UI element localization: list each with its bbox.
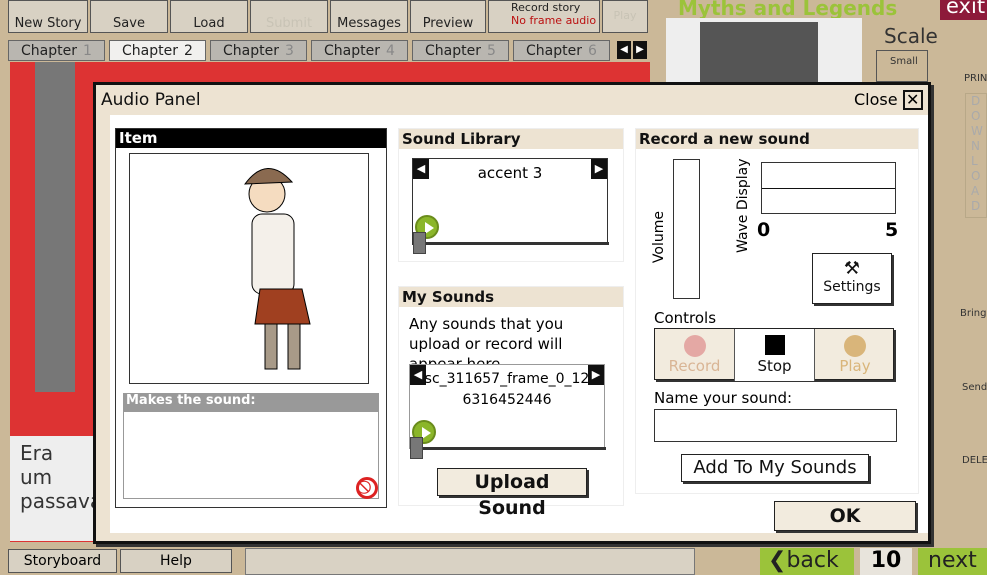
remove-sound-icon[interactable]: ⃠ bbox=[356, 477, 378, 499]
storyboard-button[interactable]: Storyboard bbox=[8, 549, 117, 573]
wave-axis-max: 5 bbox=[885, 219, 899, 241]
my-sounds-progress-track[interactable] bbox=[410, 447, 606, 450]
record-icon bbox=[684, 335, 706, 357]
sound-library-section: Sound Library ◀ ▶ accent 3 bbox=[398, 128, 624, 262]
tab-label: Chapter bbox=[21, 43, 77, 59]
controls-group: Record Stop Play bbox=[654, 328, 895, 381]
tab-label: Chapter bbox=[425, 43, 481, 59]
tab-number: 3 bbox=[284, 43, 294, 59]
tab-next-arrow[interactable]: ▶ bbox=[633, 41, 647, 59]
stop-icon bbox=[765, 335, 785, 355]
pillar bbox=[35, 62, 75, 392]
tab-number: 4 bbox=[385, 43, 395, 59]
library-sound-name: accent 3 bbox=[477, 164, 543, 182]
tab-chapter-2[interactable]: Chapter 2 bbox=[109, 40, 206, 61]
play-button[interactable]: Play bbox=[815, 329, 895, 381]
record-button[interactable]: Record bbox=[655, 329, 735, 381]
my-sounds-player: ◀ ▶ sc_311657_frame_0_12 6316452446 bbox=[409, 364, 606, 459]
tab-prev-arrow[interactable]: ◀ bbox=[617, 41, 631, 59]
tab-chapter-6[interactable]: Chapter 6 bbox=[513, 40, 610, 61]
stop-button[interactable]: Stop bbox=[735, 329, 815, 381]
sound-library-player: ◀ ▶ accent 3 bbox=[412, 158, 609, 254]
play-icon bbox=[844, 335, 866, 357]
logo: Myths and Legends bbox=[678, 0, 898, 20]
delete-button[interactable]: DELETE bbox=[962, 455, 987, 466]
my-sound-name: sc_311657_frame_0_12 6316452446 bbox=[424, 371, 590, 408]
wave-display bbox=[761, 162, 896, 214]
exit-button[interactable]: exit bbox=[940, 0, 987, 20]
makes-sound-label: Makes the sound: bbox=[123, 393, 379, 411]
tab-label: Chapter bbox=[324, 43, 380, 59]
tab-label: Chapter bbox=[526, 43, 582, 59]
add-to-my-sounds-button[interactable]: Add To My Sounds bbox=[681, 454, 869, 482]
my-sounds-progress-thumb[interactable] bbox=[410, 437, 423, 459]
name-sound-input[interactable] bbox=[654, 409, 897, 442]
tab-label: Chapter bbox=[223, 43, 279, 59]
record-section: Record a new sound Volume Wave Display 0… bbox=[635, 128, 919, 494]
record-header: Record a new sound bbox=[636, 129, 918, 149]
load-button[interactable]: Load bbox=[170, 0, 248, 33]
volume-meter bbox=[673, 159, 700, 299]
my-sounds-section: My Sounds Any sounds that you upload or … bbox=[398, 286, 624, 519]
makes-sound-field[interactable] bbox=[123, 411, 379, 499]
help-button[interactable]: Help bbox=[120, 549, 232, 573]
settings-button[interactable]: ⚒ Settings bbox=[812, 253, 892, 304]
tab-label: Chapter bbox=[122, 43, 178, 59]
tab-chapter-4[interactable]: Chapter 4 bbox=[311, 40, 408, 61]
scale-label: Scale bbox=[884, 24, 938, 48]
library-progress-thumb[interactable] bbox=[413, 232, 426, 254]
modal-title: Audio Panel bbox=[101, 90, 201, 110]
controls-label: Controls bbox=[654, 309, 717, 327]
my-sounds-header: My Sounds bbox=[399, 287, 623, 307]
tab-chapter-1[interactable]: Chapter 1 bbox=[8, 40, 105, 61]
print-button[interactable]: PRINT bbox=[964, 73, 987, 84]
wave-axis-min: 0 bbox=[757, 219, 771, 241]
background-picker[interactable] bbox=[666, 18, 862, 84]
play-audio-button[interactable]: Play bbox=[602, 0, 648, 33]
tab-chapter-3[interactable]: Chapter 3 bbox=[210, 40, 307, 61]
submit-button[interactable]: Submit bbox=[250, 0, 328, 33]
name-sound-label: Name your sound: bbox=[654, 389, 793, 407]
volume-label: Volume bbox=[651, 211, 667, 264]
upload-sound-button[interactable]: Upload Sound bbox=[437, 468, 587, 519]
item-header: Item bbox=[116, 129, 386, 148]
close-icon: ✕ bbox=[902, 90, 923, 110]
library-progress-track[interactable] bbox=[413, 242, 609, 245]
messages-button[interactable]: Messages bbox=[330, 0, 408, 33]
tab-number: 1 bbox=[82, 43, 92, 59]
tab-number: 6 bbox=[587, 43, 597, 59]
bring-front-button[interactable]: Bring to FRONT bbox=[960, 308, 987, 319]
tab-chapter-5[interactable]: Chapter 5 bbox=[412, 40, 509, 61]
scale-slider[interactable]: Small bbox=[876, 50, 928, 82]
download-button[interactable]: DOWNLOAD bbox=[965, 93, 987, 218]
tab-number: 5 bbox=[486, 43, 496, 59]
back-button[interactable]: ❮back bbox=[760, 548, 854, 575]
page-number: 10 bbox=[860, 548, 912, 575]
sound-library-header: Sound Library bbox=[399, 129, 623, 149]
close-button[interactable]: Close ✕ bbox=[854, 90, 923, 110]
caption-area[interactable] bbox=[245, 548, 695, 575]
save-button[interactable]: Save bbox=[90, 0, 168, 33]
preview-button[interactable]: Preview bbox=[410, 0, 486, 33]
tools-icon: ⚒ bbox=[843, 258, 861, 279]
send-back-button[interactable]: Send to BACK bbox=[962, 382, 987, 393]
wave-display-label: Wave Display bbox=[735, 158, 751, 253]
record-story-button[interactable]: Record story No frame audio bbox=[488, 0, 600, 33]
next-button[interactable]: next bbox=[918, 548, 987, 575]
tab-number: 2 bbox=[183, 43, 193, 59]
character-illustration bbox=[243, 168, 311, 370]
audio-panel: Audio Panel Close ✕ Item Makes the sound… bbox=[93, 82, 931, 544]
new-story-button[interactable]: New Story bbox=[8, 0, 88, 33]
item-image bbox=[129, 153, 369, 384]
story-text[interactable]: Era um passava bbox=[10, 436, 102, 541]
item-section: Item Makes the sound: ⃠ bbox=[115, 128, 387, 508]
ok-button[interactable]: OK bbox=[774, 501, 916, 531]
